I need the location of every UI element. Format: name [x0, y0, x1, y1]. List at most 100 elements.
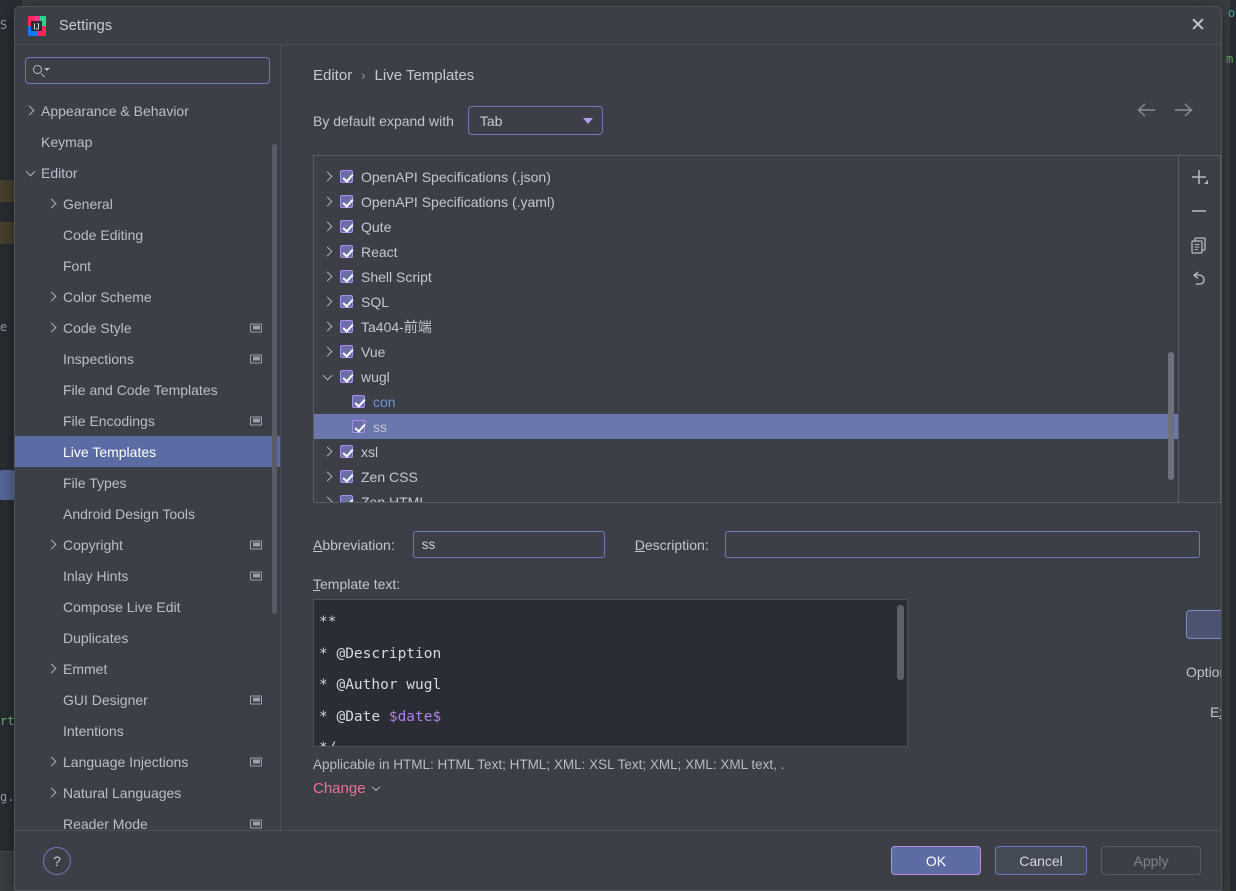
sidebar-item-natural-languages[interactable]: Natural Languages — [15, 777, 280, 808]
sidebar-item-editor[interactable]: Editor — [15, 157, 280, 188]
list-item[interactable]: Ta404-前端 — [314, 314, 1178, 339]
chevron-right-icon[interactable] — [45, 290, 59, 304]
sidebar-item-language-injections[interactable]: Language Injections — [15, 746, 280, 777]
sidebar-scrollbar[interactable] — [272, 144, 277, 614]
plus-icon[interactable] — [1184, 163, 1214, 191]
sidebar-item-appearance-behavior[interactable]: Appearance & Behavior — [15, 95, 280, 126]
template-group-checkbox[interactable] — [340, 170, 353, 183]
template-text-editor[interactable]: ** * @Description * @Author wugl * @Date… — [313, 599, 908, 747]
list-item[interactable]: Zen HTML — [314, 489, 1178, 502]
chevron-right-icon[interactable] — [45, 321, 59, 335]
chevron-right-icon[interactable] — [45, 538, 59, 552]
copy-icon[interactable] — [1184, 231, 1214, 259]
chevron-right-icon[interactable] — [45, 197, 59, 211]
template-checkbox[interactable] — [352, 420, 365, 433]
template-group-checkbox[interactable] — [340, 220, 353, 233]
chevron-down-icon[interactable] — [322, 370, 340, 380]
template-group-checkbox[interactable] — [340, 445, 353, 458]
ok-button[interactable]: OK — [891, 846, 981, 875]
list-item[interactable]: SQL — [314, 289, 1178, 314]
template-group-checkbox[interactable] — [340, 195, 353, 208]
chevron-right-icon[interactable] — [322, 446, 340, 457]
list-item[interactable]: con — [314, 389, 1178, 414]
breadcrumb-parent[interactable]: Editor — [313, 67, 352, 84]
sidebar-item-gui-designer[interactable]: GUI Designer — [15, 684, 280, 715]
reformat-according-to-style-checkbox[interactable]: Reformat according to style — [1186, 737, 1221, 753]
sidebar-item-general[interactable]: General — [15, 188, 280, 219]
list-item[interactable]: xsl — [314, 439, 1178, 464]
template-group-checkbox[interactable] — [340, 370, 353, 383]
sidebar-item-intentions[interactable]: Intentions — [15, 715, 280, 746]
chevron-right-icon[interactable] — [322, 271, 340, 282]
sidebar-item-android-design-tools[interactable]: Android Design Tools — [15, 498, 280, 529]
list-item[interactable]: ss — [314, 414, 1178, 439]
use-static-import-checkbox[interactable]: Use static import if possible — [1186, 764, 1221, 780]
arrow-right-icon[interactable] — [1173, 99, 1195, 121]
apply-button[interactable]: Apply — [1101, 846, 1201, 875]
chevron-right-icon[interactable] — [45, 786, 59, 800]
sidebar-item-inlay-hints[interactable]: Inlay Hints — [15, 560, 280, 591]
sidebar-item-duplicates[interactable]: Duplicates — [15, 622, 280, 653]
list-item[interactable]: React — [314, 239, 1178, 264]
list-item[interactable]: Vue — [314, 339, 1178, 364]
sidebar-item-keymap[interactable]: Keymap — [15, 126, 280, 157]
chevron-right-icon[interactable] — [45, 662, 59, 676]
change-contexts-link[interactable]: Change — [313, 780, 380, 797]
template-group-checkbox[interactable] — [340, 245, 353, 258]
help-button[interactable]: ? — [43, 846, 71, 875]
chevron-right-icon[interactable] — [322, 246, 340, 257]
chevron-right-icon[interactable] — [322, 196, 340, 207]
edit-variables-button[interactable]: Edit Variables... — [1186, 610, 1221, 639]
sidebar-item-file-and-code-templates[interactable]: File and Code Templates — [15, 374, 280, 405]
chevron-right-icon[interactable] — [322, 346, 340, 357]
list-item[interactable]: OpenAPI Specifications (.yaml) — [314, 189, 1178, 214]
sidebar-item-code-style[interactable]: Code Style — [15, 312, 280, 343]
sidebar-item-reader-mode[interactable]: Reader Mode — [15, 808, 280, 830]
chevron-right-icon[interactable] — [23, 104, 37, 118]
template-group-checkbox[interactable] — [340, 345, 353, 358]
sidebar-item-file-encodings[interactable]: File Encodings — [15, 405, 280, 436]
chevron-right-icon[interactable] — [322, 471, 340, 482]
sidebar-item-copyright[interactable]: Copyright — [15, 529, 280, 560]
sidebar-item-compose-live-edit[interactable]: Compose Live Edit — [15, 591, 280, 622]
sidebar-item-file-types[interactable]: File Types — [15, 467, 280, 498]
sidebar-item-inspections[interactable]: Inspections — [15, 343, 280, 374]
chevron-right-icon[interactable] — [322, 171, 340, 182]
search-box[interactable] — [25, 57, 270, 84]
editor-scrollbar[interactable] — [897, 605, 904, 680]
sidebar-item-live-templates[interactable]: Live Templates — [15, 436, 280, 467]
templates-list[interactable]: OpenAPI Specifications (.json) OpenAPI S… — [313, 155, 1179, 503]
sidebar-item-color-scheme[interactable]: Color Scheme — [15, 281, 280, 312]
search-input[interactable] — [47, 63, 262, 78]
list-item[interactable]: Shell Script — [314, 264, 1178, 289]
chevron-down-icon[interactable] — [23, 166, 37, 180]
list-item-clipped[interactable] — [314, 156, 1178, 164]
templates-list-scrollbar[interactable] — [1167, 352, 1174, 480]
template-checkbox[interactable] — [352, 395, 365, 408]
chevron-right-icon[interactable] — [322, 321, 340, 332]
chevron-right-icon[interactable] — [45, 755, 59, 769]
close-icon[interactable]: ✕ — [1183, 11, 1213, 41]
sidebar-item-font[interactable]: Font — [15, 250, 280, 281]
chevron-right-icon[interactable] — [322, 296, 340, 307]
abbreviation-input[interactable] — [412, 531, 605, 558]
arrow-left-icon[interactable] — [1135, 99, 1157, 121]
list-item[interactable]: OpenAPI Specifications (.json) — [314, 164, 1178, 189]
template-group-checkbox[interactable] — [340, 470, 353, 483]
list-item[interactable]: Zen CSS — [314, 464, 1178, 489]
list-item[interactable]: Qute — [314, 214, 1178, 239]
cancel-button[interactable]: Cancel — [995, 846, 1087, 875]
list-item[interactable]: wugl — [314, 364, 1178, 389]
undo-icon[interactable] — [1184, 265, 1214, 293]
shorten-fq-names-checkbox[interactable]: Shorten FQ names — [1186, 791, 1221, 807]
description-input[interactable] — [724, 531, 1200, 558]
sidebar-item-emmet[interactable]: Emmet — [15, 653, 280, 684]
chevron-right-icon[interactable] — [322, 221, 340, 232]
template-group-checkbox[interactable] — [340, 495, 353, 502]
default-expand-dropdown[interactable]: Tab — [467, 106, 603, 135]
minus-icon[interactable] — [1184, 197, 1214, 225]
sidebar-item-code-editing[interactable]: Code Editing — [15, 219, 280, 250]
chevron-right-icon[interactable] — [322, 496, 340, 502]
template-group-checkbox[interactable] — [340, 270, 353, 283]
template-group-checkbox[interactable] — [340, 295, 353, 308]
